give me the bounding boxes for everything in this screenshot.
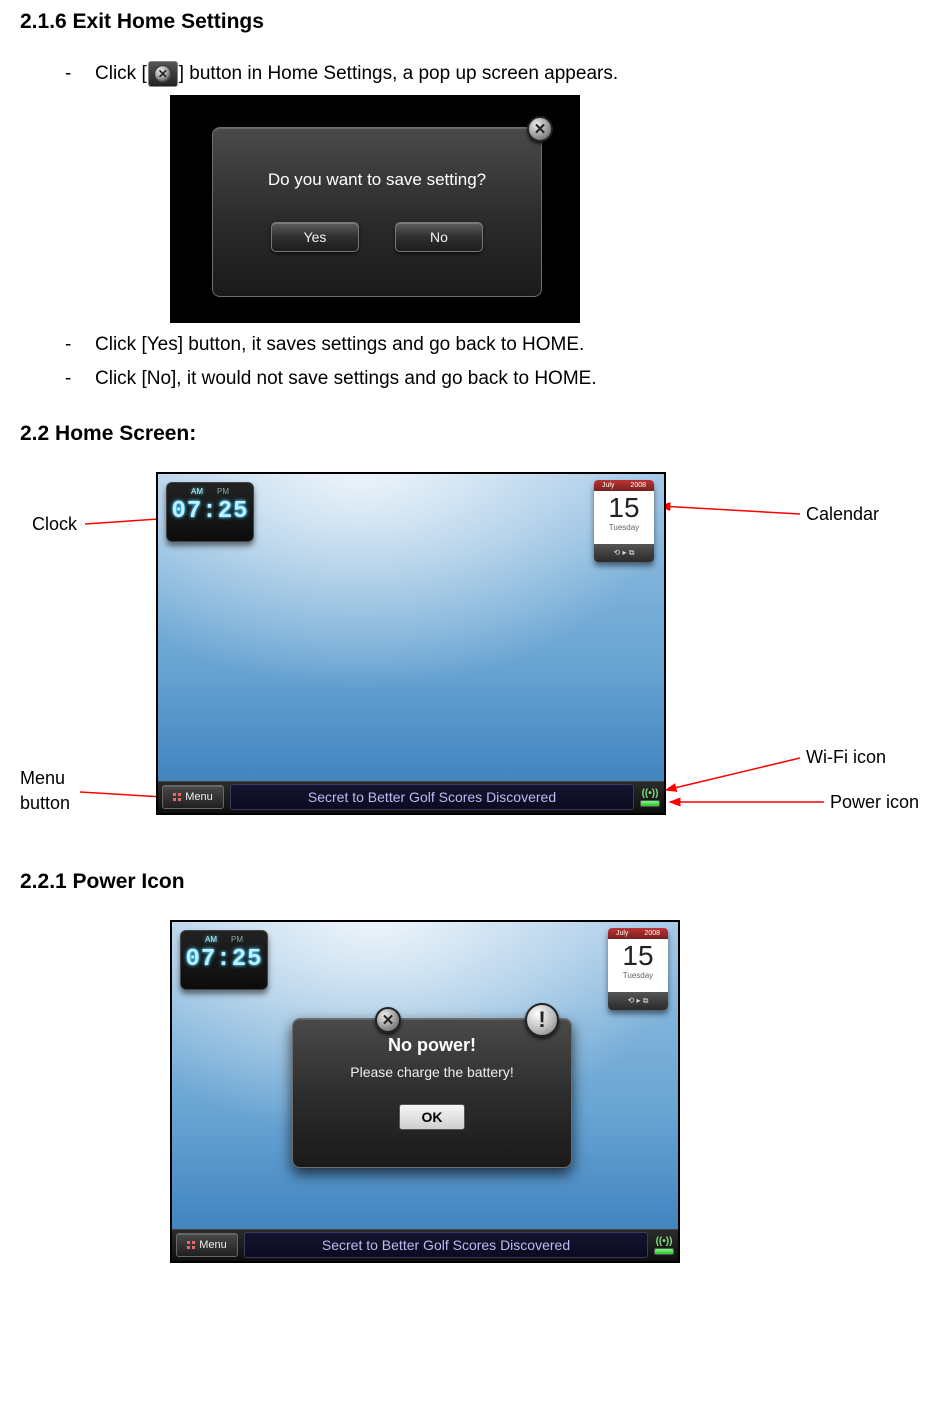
menu-button[interactable]: Menu: [176, 1233, 238, 1257]
bullet-text: Click [No], it would not save settings a…: [95, 365, 597, 394]
dialog-no-power: ✕ ! No power! Please charge the battery!…: [292, 1018, 572, 1168]
heading-2-2-1: 2.2.1 Power Icon: [20, 870, 925, 894]
yes-button[interactable]: Yes: [271, 222, 359, 252]
clock-widget[interactable]: AM PM 07:25: [180, 930, 268, 990]
calendar-year: 2008: [630, 482, 646, 489]
clock-am-label: AM: [191, 487, 203, 496]
calendar-day: 15: [594, 493, 654, 524]
dash: -: [65, 331, 95, 360]
dialog-message: Do you want to save setting?: [213, 170, 541, 190]
clock-pm-label: PM: [217, 487, 229, 496]
close-icon: ✕: [148, 61, 178, 87]
clock-am-label: AM: [205, 935, 217, 944]
clock-time: 07:25: [171, 498, 248, 525]
calendar-footer-icons[interactable]: ⟲ ▸ ⧉: [608, 992, 668, 1010]
bullet-text: Click [✕] button in Home Settings, a pop…: [95, 60, 618, 89]
clock-time: 07:25: [185, 946, 262, 973]
callout-label-clock: Clock: [32, 514, 77, 535]
menu-bar: Menu Secret to Better Golf Scores Discov…: [158, 781, 664, 813]
close-icon[interactable]: ✕: [527, 116, 553, 142]
wifi-icon[interactable]: ((•)): [641, 788, 659, 798]
calendar-month: July: [616, 930, 628, 937]
menu-button[interactable]: Menu: [162, 785, 224, 809]
dash: -: [65, 60, 95, 89]
clock-pm-label: PM: [231, 935, 243, 944]
close-icon[interactable]: ✕: [375, 1007, 401, 1033]
heading-2-2: 2.2 Home Screen:: [20, 422, 925, 446]
calendar-widget[interactable]: July 2008 15 Tuesday ⟲ ▸ ⧉: [594, 480, 654, 562]
screenshot-no-power-dialog: AM PM 07:25 July 2008 15 Tuesday ⟲ ▸ ⧉ ✕…: [170, 920, 680, 1263]
menu-label: Menu: [199, 1239, 227, 1251]
menu-bar: Menu Secret to Better Golf Scores Discov…: [172, 1229, 678, 1261]
callout-label-wifi: Wi-Fi icon: [806, 747, 886, 768]
news-ticker[interactable]: Secret to Better Golf Scores Discovered: [230, 784, 634, 810]
callout-label-power: Power icon: [830, 792, 919, 813]
menu-label: Menu: [185, 791, 213, 803]
heading-2-1-6: 2.1.6 Exit Home Settings: [20, 10, 925, 34]
dash: -: [65, 365, 95, 394]
ok-button[interactable]: OK: [399, 1104, 465, 1130]
menu-grid-icon: [187, 1241, 195, 1249]
bullet-text: Click [Yes] button, it saves settings an…: [95, 331, 584, 360]
callout-label-calendar: Calendar: [806, 504, 879, 525]
callout-label-menu-button: Menu button: [20, 766, 90, 816]
calendar-dayofweek: Tuesday: [594, 523, 654, 532]
clock-widget[interactable]: AM PM 07:25: [166, 482, 254, 542]
power-icon[interactable]: [654, 1248, 674, 1255]
screenshot-save-setting-dialog: ✕ Do you want to save setting? Yes No: [170, 95, 580, 323]
calendar-dayofweek: Tuesday: [608, 971, 668, 980]
calendar-month: July: [602, 482, 614, 489]
dialog-title: No power!: [293, 1035, 571, 1056]
bullet-no: - Click [No], it would not save settings…: [65, 365, 925, 394]
calendar-year: 2008: [644, 930, 660, 937]
news-ticker[interactable]: Secret to Better Golf Scores Discovered: [244, 1232, 648, 1258]
wifi-icon[interactable]: ((•)): [655, 1236, 673, 1246]
bullet-yes: - Click [Yes] button, it saves settings …: [65, 331, 925, 360]
calendar-footer-icons[interactable]: ⟲ ▸ ⧉: [594, 544, 654, 562]
calendar-day: 15: [608, 941, 668, 972]
exclamation-icon: !: [525, 1003, 559, 1037]
menu-grid-icon: [173, 793, 181, 801]
screenshot-home-screen: AM PM 07:25 July 2008 15 Tuesday ⟲ ▸ ⧉ M…: [156, 472, 666, 815]
calendar-widget[interactable]: July 2008 15 Tuesday ⟲ ▸ ⧉: [608, 928, 668, 1010]
dialog-subtitle: Please charge the battery!: [293, 1064, 571, 1080]
bullet-click-close: - Click [✕] button in Home Settings, a p…: [65, 60, 925, 89]
no-button[interactable]: No: [395, 222, 483, 252]
dialog-save-setting: ✕ Do you want to save setting? Yes No: [212, 127, 542, 297]
power-icon[interactable]: [640, 800, 660, 807]
